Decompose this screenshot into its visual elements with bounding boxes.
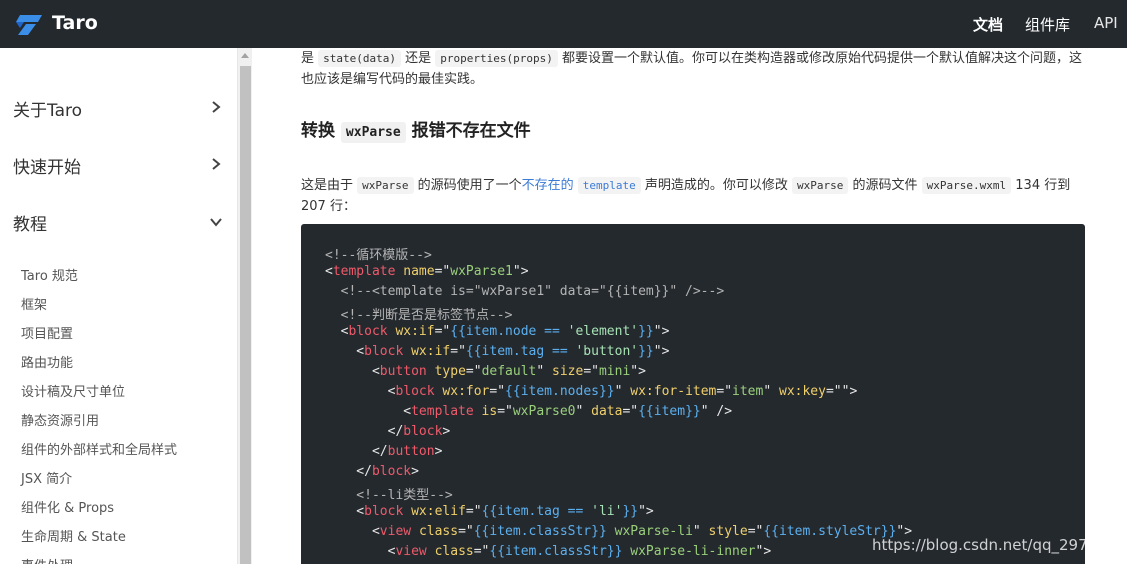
brand-name[interactable]: Taro (52, 12, 98, 34)
section-heading: 转换 wxParse 报错不存在文件 (301, 116, 531, 143)
code-line: <block wx:if="{{item.tag == 'button'}}"> (325, 344, 670, 359)
inline-code: properties(props) (435, 50, 558, 67)
nav-docs[interactable]: 文档 (973, 14, 1003, 35)
code-line: <template is="wxParse0" data="{{item}}" … (325, 404, 733, 419)
code-line: <block wx:elif="{{item.tag == 'li'}}"> (325, 504, 654, 519)
sidebar-item-props[interactable]: 组件化 & Props (21, 497, 114, 516)
code-line: <template name="wxParse1"> (325, 264, 529, 279)
inline-code: wxParse.wxml (921, 177, 1012, 194)
nav-components[interactable]: 组件库 (1025, 14, 1070, 35)
scroll-up-arrow-icon[interactable] (241, 53, 249, 58)
text: 还是 (401, 51, 436, 66)
sidebar-item-static-assets[interactable]: 静态资源引用 (21, 410, 99, 429)
text: 的源码文件 (848, 178, 922, 193)
inline-code: wxParse (357, 177, 414, 194)
sidebar-item-component-styles[interactable]: 组件的外部样式和全局样式 (21, 439, 177, 458)
sidebar: 关于Taro 快速开始 教程 Taro 规范 框架 项目配置 路由功能 设计稿及… (0, 48, 237, 564)
watermark: https://blog.csdn.net/qq_29789057 (872, 536, 1127, 554)
sidebar-section-about[interactable]: 关于Taro (13, 96, 82, 121)
sidebar-item-events[interactable]: 事件处理 (21, 555, 73, 564)
sidebar-scrollbar[interactable] (237, 48, 252, 564)
sidebar-item-design-units[interactable]: 设计稿及尺寸单位 (21, 381, 125, 400)
text: 这是由于 (301, 178, 358, 193)
taro-logo-icon[interactable] (14, 13, 44, 35)
text: 是 (301, 51, 319, 66)
sidebar-item-project-config[interactable]: 项目配置 (21, 323, 73, 342)
main-content: 是 state(data) 还是 properties(props) 都要设置一… (252, 48, 1127, 564)
inline-code: wxParse (792, 177, 849, 194)
top-navbar: Taro 文档 组件库 API (0, 0, 1127, 48)
code-line: <!--循环模版--> (325, 248, 432, 263)
inline-code-link[interactable]: template (577, 177, 641, 194)
sidebar-item-jsx-intro[interactable]: JSX 简介 (21, 468, 72, 487)
sidebar-section-tutorial[interactable]: 教程 (13, 210, 47, 235)
inline-code: state(data) (318, 50, 401, 67)
text: 声明造成的。你可以修改 (640, 178, 793, 193)
link-nonexistent[interactable]: 不存在的 (522, 178, 574, 193)
code-line: <!--li类型--> (325, 488, 453, 503)
scrollbar-thumb[interactable] (240, 66, 251, 564)
inline-code: wxParse (340, 122, 406, 143)
text: 的源码使用了一个 (413, 178, 522, 193)
text: 转换 (301, 121, 341, 141)
code-line: <view class="{{item.classStr}} wxParse-l… (325, 544, 772, 559)
code-block: <!--循环模版--> <template name="wxParse1"> <… (301, 224, 1085, 564)
nav-api[interactable]: API (1094, 14, 1118, 32)
text: 报错不存在文件 (405, 121, 531, 141)
chevron-right-icon[interactable] (210, 158, 222, 170)
sidebar-item-routing[interactable]: 路由功能 (21, 352, 73, 371)
code-line: <block wx:if="{{item.node == 'element'}}… (325, 324, 670, 339)
sidebar-item-taro-spec[interactable]: Taro 规范 (21, 265, 78, 284)
code-line: </block> (325, 424, 451, 439)
chevron-right-icon[interactable] (210, 101, 222, 113)
sidebar-section-quickstart[interactable]: 快速开始 (13, 153, 81, 178)
explanation-paragraph: 这是由于 wxParse 的源码使用了一个不存在的 template 声明造成的… (301, 175, 1086, 217)
sidebar-item-framework[interactable]: 框架 (21, 294, 47, 313)
code-line: <block wx:for="{{item.nodes}}" wx:for-it… (325, 384, 858, 399)
sidebar-item-lifecycle-state[interactable]: 生命周期 & State (21, 526, 126, 545)
code-line: </block> (325, 464, 419, 479)
code-line: <!--<template is="wxParse1" data="{{item… (325, 284, 725, 299)
intro-paragraph: 是 state(data) 还是 properties(props) 都要设置一… (301, 48, 1086, 90)
code-line: <button type="default" size="mini"> (325, 364, 646, 379)
code-line: <view class="{{item.classStr}} wxParse-l… (325, 524, 913, 539)
code-line: </button> (325, 444, 443, 459)
code-line: <!--判断是否是标签节点--> (325, 308, 513, 323)
chevron-down-icon[interactable] (210, 216, 222, 228)
